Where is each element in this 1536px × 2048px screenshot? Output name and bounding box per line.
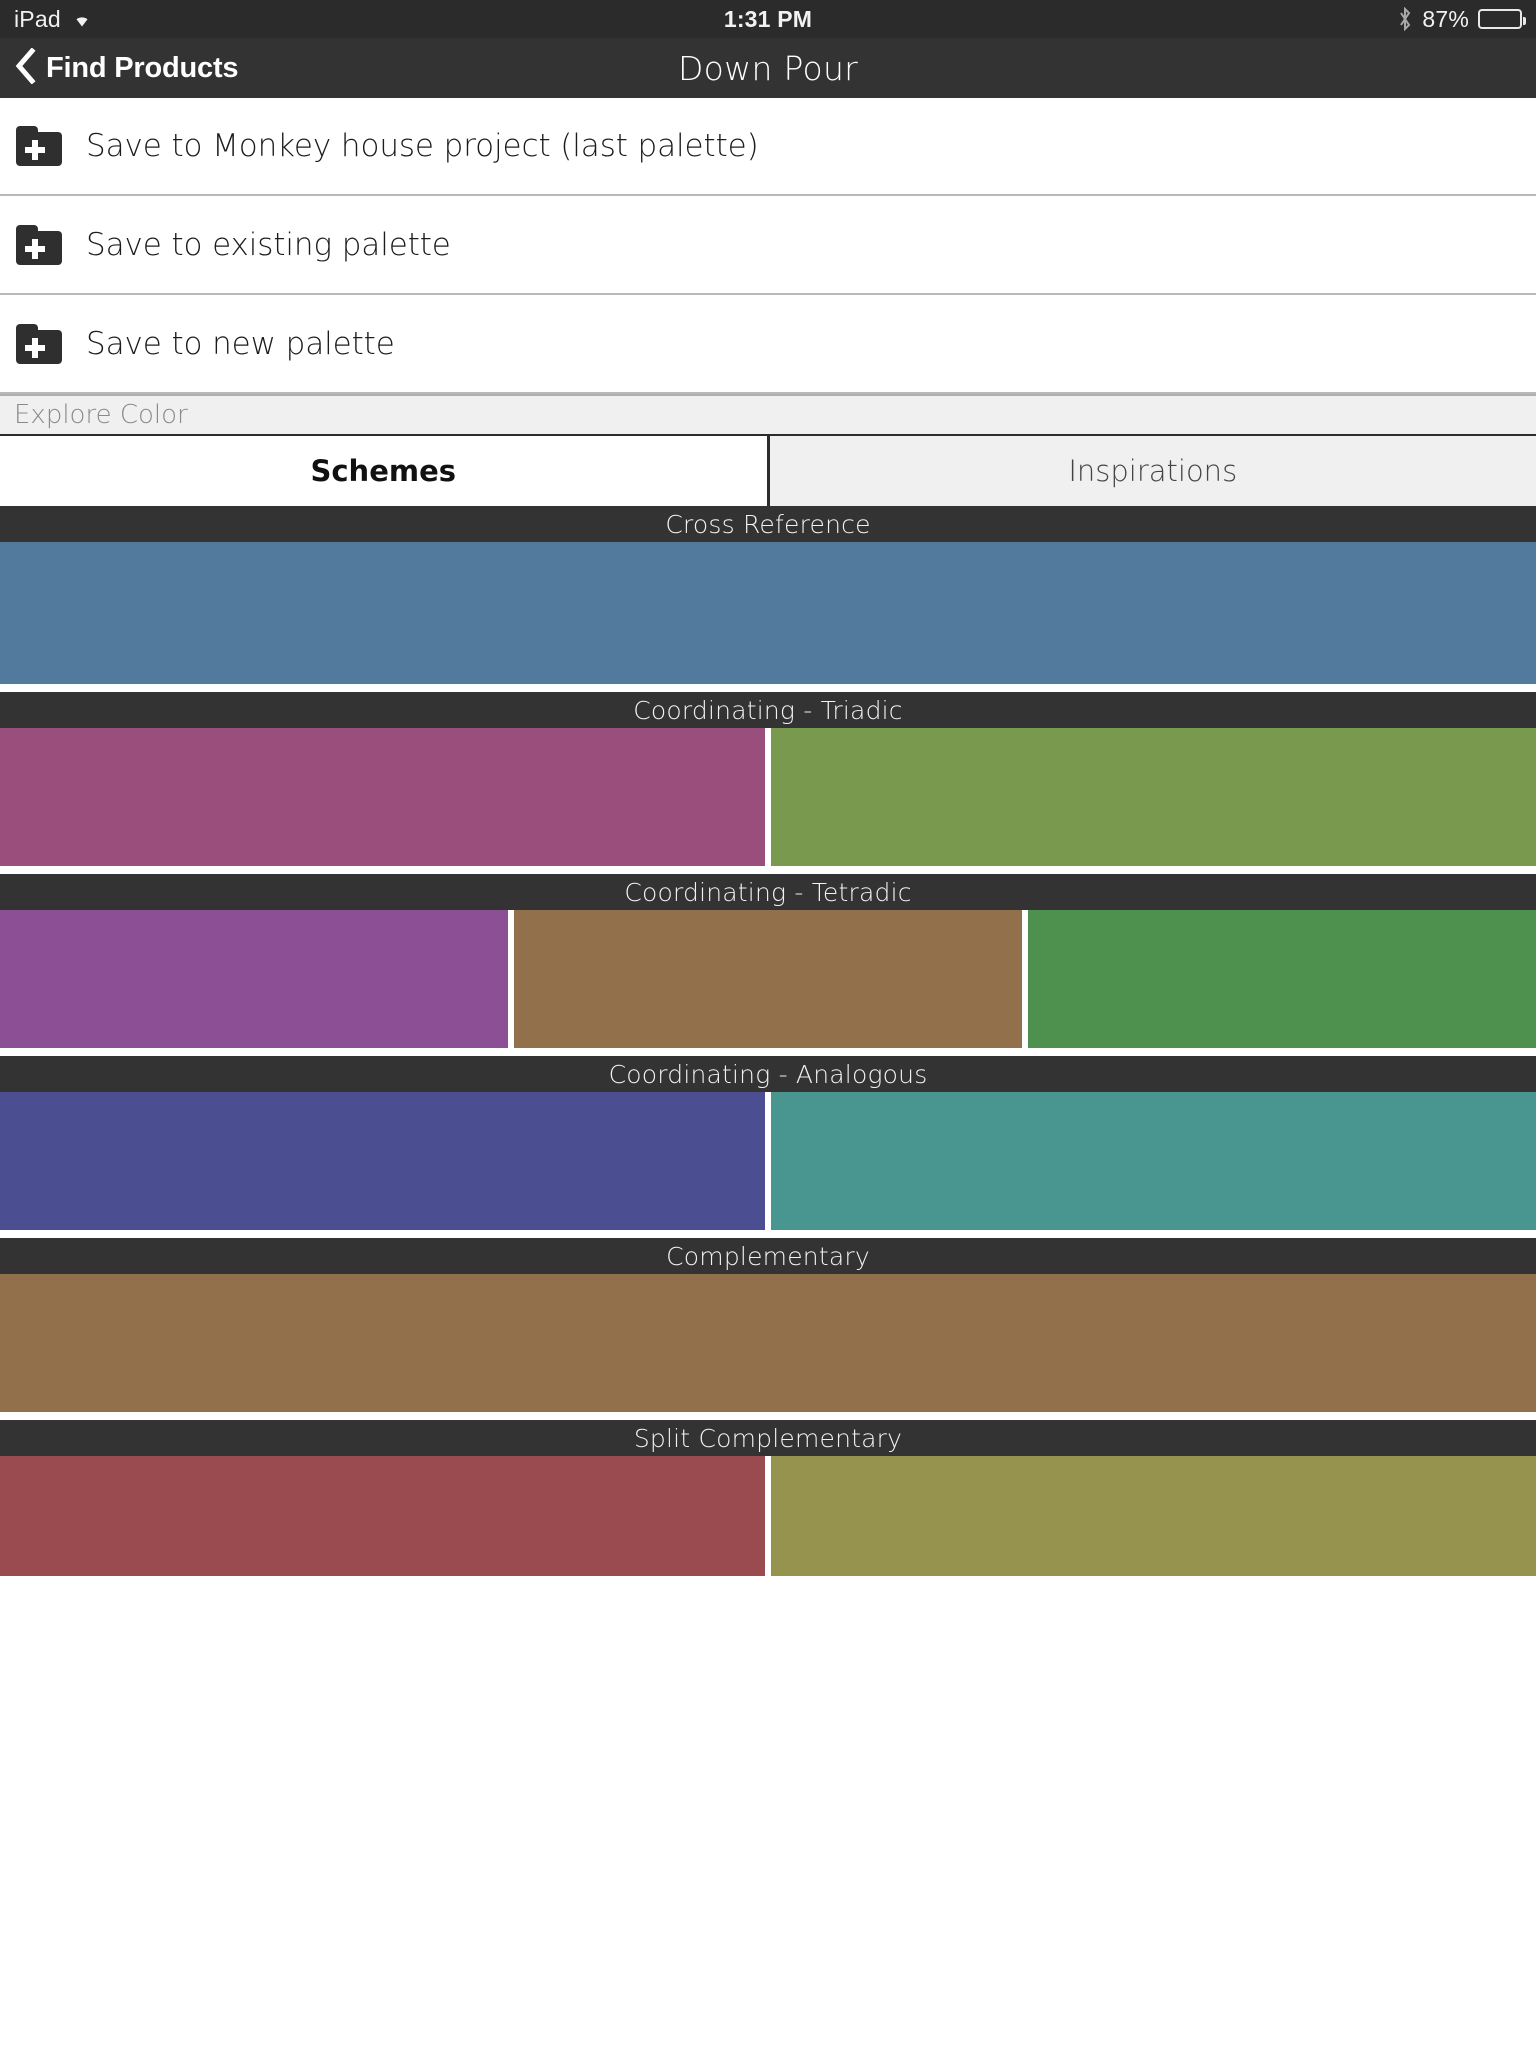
scheme-header: Coordinating - Tetradic	[0, 874, 1536, 910]
wifi-icon	[70, 10, 94, 28]
color-swatch[interactable]	[0, 1274, 1536, 1412]
battery-icon	[1478, 9, 1526, 29]
save-option-label: Save to new palette	[86, 325, 395, 362]
back-button-label: Find Products	[46, 51, 239, 84]
color-swatch[interactable]	[771, 1456, 1536, 1576]
color-scheme-section: Complementary	[0, 1238, 1536, 1420]
tab-schemes[interactable]: Schemes	[0, 436, 767, 506]
color-swatch[interactable]	[0, 1456, 765, 1576]
color-swatch[interactable]	[0, 1092, 765, 1230]
save-options-list: Save to Monkey house project (last palet…	[0, 98, 1536, 394]
color-schemes-list: Cross Reference Coordinating - Triadic Coo…	[0, 506, 1536, 1576]
scheme-header: Complementary	[0, 1238, 1536, 1274]
status-left-group: iPad	[0, 6, 94, 33]
color-scheme-section: Coordinating - Triadic	[0, 692, 1536, 874]
color-scheme-section: Coordinating - Analogous	[0, 1056, 1536, 1238]
back-button[interactable]: Find Products	[0, 46, 239, 89]
scheme-divider	[0, 684, 1536, 692]
save-option-label: Save to Monkey house project (last palet…	[86, 128, 759, 164]
scheme-title: Coordinating - Tetradic	[624, 877, 912, 907]
save-option-row[interactable]: Save to existing palette	[0, 196, 1536, 295]
color-swatch[interactable]	[771, 728, 1536, 866]
color-scheme-section: Cross Reference	[0, 506, 1536, 692]
scheme-title: Coordinating - Triadic	[633, 695, 903, 725]
explore-color-header: Explore Color	[0, 394, 1536, 436]
scheme-title: Coordinating - Analogous	[608, 1059, 928, 1089]
color-swatch[interactable]	[0, 910, 508, 1048]
color-swatch[interactable]	[1028, 910, 1536, 1048]
status-time: 1:31 PM	[723, 5, 813, 32]
color-swatch[interactable]	[0, 542, 1536, 684]
scheme-divider	[0, 866, 1536, 874]
status-right-group: 87%	[1397, 6, 1536, 33]
chevron-left-icon	[14, 46, 36, 89]
explore-color-tab-bar: Schemes Inspirations	[0, 436, 1536, 506]
scheme-swatch-row	[0, 542, 1536, 684]
scheme-divider	[0, 1230, 1536, 1238]
bluetooth-icon	[1397, 7, 1413, 31]
navigation-bar: Find Products Down Pour	[0, 38, 1536, 98]
scheme-header: Split Complementary	[0, 1420, 1536, 1456]
scheme-swatch-row	[0, 728, 1536, 866]
scheme-header: Coordinating - Analogous	[0, 1056, 1536, 1092]
scheme-divider	[0, 1412, 1536, 1420]
color-swatch[interactable]	[0, 728, 765, 866]
color-scheme-section: Split Complementary	[0, 1420, 1536, 1576]
scheme-swatch-row	[0, 910, 1536, 1048]
scheme-swatch-row	[0, 1092, 1536, 1230]
folder-plus-icon	[16, 224, 62, 265]
scheme-swatch-row	[0, 1456, 1536, 1576]
folder-plus-icon	[16, 323, 62, 364]
scheme-divider	[0, 1048, 1536, 1056]
tab-label: Schemes	[310, 454, 457, 488]
color-scheme-section: Coordinating - Tetradic	[0, 874, 1536, 1056]
scheme-header: Coordinating - Triadic	[0, 692, 1536, 728]
device-name: iPad	[14, 5, 61, 32]
color-swatch[interactable]	[771, 1092, 1536, 1230]
explore-color-label: Explore Color	[14, 400, 188, 430]
folder-plus-icon	[16, 126, 62, 166]
color-swatch[interactable]	[514, 910, 1022, 1048]
scheme-swatch-row	[0, 1274, 1536, 1412]
scheme-header: Cross Reference	[0, 506, 1536, 542]
status-bar: iPad 1:31 PM 87%	[0, 0, 1536, 38]
scheme-title: Complementary	[666, 1241, 870, 1271]
save-option-row[interactable]: Save to new palette	[0, 295, 1536, 394]
tab-label: Inspirations	[1068, 454, 1238, 488]
battery-percent-label: 87%	[1422, 5, 1469, 32]
save-option-row[interactable]: Save to Monkey house project (last palet…	[0, 98, 1536, 196]
scheme-title: Cross Reference	[665, 509, 871, 539]
tab-inspirations[interactable]: Inspirations	[766, 436, 1536, 506]
save-option-label: Save to existing palette	[86, 226, 451, 263]
scheme-title: Split Complementary	[633, 1423, 903, 1453]
